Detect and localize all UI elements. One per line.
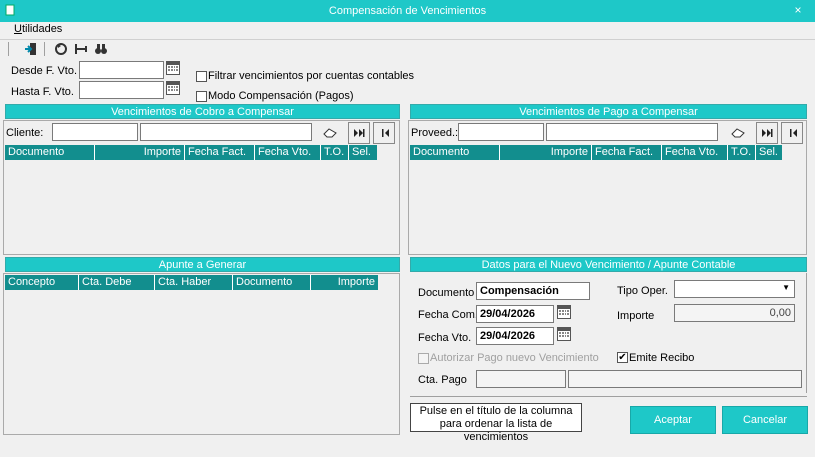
col-concepto[interactable]: Concepto [5,275,79,290]
panel-border [806,273,807,393]
deselect-all-icon [382,129,389,137]
hasta-label: Hasta F. Vto. [11,86,74,98]
cta-pago-code-input[interactable] [476,370,566,388]
documento-input[interactable]: Compensación [476,282,590,300]
search-button[interactable] [92,41,110,57]
cliente-name-input[interactable] [140,123,312,141]
emite-recibo-label: Emite Recibo [629,352,695,364]
aceptar-button[interactable]: Aceptar [630,406,716,434]
col-documento[interactable]: Documento [5,145,95,160]
app-icon [5,4,15,16]
col-sel[interactable]: Sel. [756,145,782,160]
col-fecha-vto[interactable]: Fecha Vto. [662,145,728,160]
col-sel[interactable]: Sel. [349,145,377,160]
select-all-icon [762,129,773,137]
eraser-button[interactable] [321,126,339,140]
desde-label: Desde F. Vto. [11,65,78,77]
col-documento[interactable]: Documento [233,275,311,290]
cobro-section-header: Vencimientos de Cobro a Compensar [5,104,400,119]
proveed-label: Proveed.: [411,127,459,139]
tipo-oper-label: Tipo Oper. [617,285,668,297]
col-importe[interactable]: Importe [95,145,185,160]
pago-grid-header: Documento Importe Fecha Fact. Fecha Vto.… [410,145,782,160]
col-to[interactable]: T.O. [728,145,756,160]
calendar-icon[interactable] [166,61,180,75]
eraser-button[interactable] [729,126,747,140]
col-importe[interactable]: Importe [311,275,378,290]
fecha-vto-label: Fecha Vto. [418,332,472,344]
modo-checkbox[interactable] [196,91,207,102]
proveed-name-input[interactable] [546,123,718,141]
range-button[interactable] [72,41,90,57]
proveed-code-input[interactable] [458,123,544,141]
cancelar-button[interactable]: Cancelar [722,406,808,434]
tipo-oper-select[interactable]: ▼ [674,280,795,298]
eraser-icon [731,128,745,138]
cliente-label: Cliente: [6,127,44,139]
sort-hint: Pulse en el título de la columna para or… [410,403,582,443]
modo-label: Modo Compensación (Pagos) [208,90,354,102]
footer-divider [410,396,807,397]
close-icon: × [794,3,802,17]
title-bar: Compensación de Vencimientos × [0,0,815,22]
cobro-grid-header: Documento Importe Fecha Fact. Fecha Vto.… [5,145,377,160]
refresh-icon [55,43,67,55]
autorizar-checkbox[interactable] [418,353,429,364]
binoculars-icon [95,44,107,54]
col-to[interactable]: T.O. [321,145,349,160]
desde-input[interactable] [79,61,164,79]
autorizar-label: Autorizar Pago nuevo Vencimiento [430,352,599,364]
select-all-button[interactable] [756,122,778,144]
hasta-input[interactable] [79,81,164,99]
cta-pago-label: Cta. Pago [418,374,467,386]
deselect-all-icon [790,129,797,137]
fecha-com-label: Fecha Com. [418,309,478,321]
range-icon [75,44,87,54]
eraser-icon [323,128,337,138]
select-all-icon [354,129,365,137]
cta-pago-name-input[interactable] [568,370,802,388]
refresh-button[interactable] [52,41,70,57]
filtrar-checkbox[interactable] [196,71,207,82]
col-importe[interactable]: Importe [500,145,592,160]
exit-icon [25,43,36,55]
toolbar-separator [8,42,9,56]
pago-section-header: Vencimientos de Pago a Compensar [410,104,807,119]
calendar-icon[interactable] [166,81,180,95]
fecha-com-input[interactable]: 29/04/2026 [476,305,554,323]
fecha-vto-input[interactable]: 29/04/2026 [476,327,554,345]
toolbar-separator [44,42,45,56]
apunte-panel [3,273,400,435]
col-cta-haber[interactable]: Cta. Haber [155,275,233,290]
toolbar [0,39,815,58]
apunte-section-header: Apunte a Generar [5,257,400,272]
close-button[interactable]: × [781,0,815,22]
cliente-code-input[interactable] [52,123,138,141]
col-documento[interactable]: Documento [410,145,500,160]
select-all-button[interactable] [348,122,370,144]
menu-bar: Utilidades [0,22,815,39]
datos-section-header: Datos para el Nuevo Vencimiento / Apunte… [410,257,807,272]
exit-button[interactable] [22,41,40,57]
apunte-grid-header: Concepto Cta. Debe Cta. Haber Documento … [5,275,378,290]
window-title: Compensación de Vencimientos [328,5,487,17]
col-fecha-fact[interactable]: Fecha Fact. [185,145,255,160]
deselect-all-button[interactable] [373,122,395,144]
menu-utilidades[interactable]: Utilidades [14,23,62,35]
col-fecha-vto[interactable]: Fecha Vto. [255,145,321,160]
importe-label: Importe [617,310,655,322]
importe-input[interactable]: 0,00 [674,304,795,322]
calendar-icon[interactable] [557,305,571,319]
col-fecha-fact[interactable]: Fecha Fact. [592,145,662,160]
filtrar-label: Filtrar vencimientos por cuentas contabl… [208,70,415,82]
emite-recibo-checkbox[interactable] [617,352,628,363]
col-cta-debe[interactable]: Cta. Debe [79,275,155,290]
deselect-all-button[interactable] [781,122,803,144]
calendar-icon[interactable] [557,327,571,341]
documento-label: Documento [418,287,475,299]
chevron-down-icon: ▼ [782,283,790,292]
